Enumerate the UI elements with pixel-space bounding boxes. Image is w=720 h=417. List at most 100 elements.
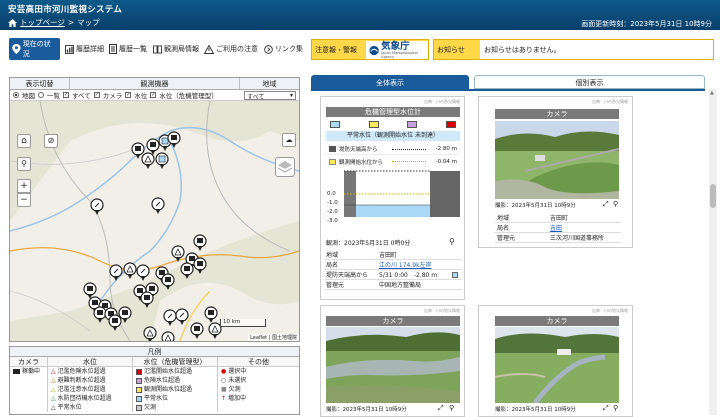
crisis-checkbox[interactable]: ✓ [150, 92, 157, 98]
legend-panel: 凡例 カメラ 水位 水位（危機管理型） その他 稼働中 △ 氾濫危険水位超過 △ 避… [9, 346, 300, 415]
scroll-up-icon[interactable]: ▲ [710, 90, 714, 96]
locate-button[interactable]: ⚲ [17, 157, 31, 171]
camera-marker[interactable] [167, 131, 181, 149]
crisis-marker[interactable] [155, 152, 169, 170]
legend-item: △ 氾濫危険水位超過 [51, 368, 106, 375]
jma-subtitle: Japan Meteorological Agency [381, 50, 418, 59]
nav-history-detail[interactable]: 履歴詳細 [62, 38, 107, 60]
location-pin-icon[interactable]: ⚲ [449, 404, 454, 412]
scrollbar-thumb[interactable] [710, 184, 716, 208]
map-radio[interactable] [13, 92, 19, 98]
legend-item: 危険水位超過 [136, 376, 217, 385]
water-marker[interactable] [143, 326, 157, 341]
view-tabs: 全体表示 個別表示 [311, 75, 705, 89]
cloud-layer-button[interactable]: ☁ [282, 133, 296, 147]
expand-icon[interactable]: ⤢ [603, 200, 609, 209]
water-marker[interactable] [161, 331, 175, 341]
location-pin-icon: ⚲ [21, 159, 27, 168]
camera-image[interactable] [326, 327, 460, 403]
camera-card[interactable]: 出典：川の防災情報 カメラ 撮影：2023年5月31日 10時9分 ⤢ ⚲ [320, 305, 465, 417]
camera-marker[interactable] [161, 273, 175, 291]
chevron-down-icon: ▾ [289, 91, 293, 99]
map-scale: 10 km [220, 319, 266, 327]
all-checkbox[interactable]: ✓ [63, 92, 69, 98]
gauge-row-start: 観測開始水位から -0.04 m [326, 156, 460, 167]
filter-header: 表示切替 観測機器 地域 [10, 78, 299, 90]
swatch-red-icon [445, 121, 456, 128]
camera-card[interactable]: 出典：川の防災情報 カメラ 撮影：2023年5月31日 10時9分 ⤢ ⚲ [478, 305, 633, 417]
region-select[interactable]: すべて ▾ [244, 90, 296, 101]
nav-links[interactable]: リンク集 [261, 38, 306, 60]
home-button[interactable]: ⌂ [17, 134, 31, 148]
jma-name: 気象庁 [381, 40, 410, 52]
zoom-out-button[interactable]: − [17, 193, 31, 207]
map-attribution[interactable]: Leaflet | 国土地理院 [248, 334, 299, 341]
location-pin-icon [12, 44, 21, 54]
map-canvas[interactable]: ⌂ ⊘ ⚲ + − ☁ 10 km Leaflet | 国土地理院 [10, 101, 299, 341]
notice-box: お知らせ お知らせはありません。 [433, 39, 714, 60]
breadcrumb-separator: > [67, 18, 75, 27]
link-marker[interactable] [175, 308, 189, 326]
nav-history-list[interactable]: 履歴一覧 [106, 38, 150, 60]
camera-marker[interactable] [108, 314, 122, 332]
start-level-icon [329, 158, 336, 165]
camera-image[interactable] [495, 121, 619, 199]
update-time: 画面更新時刻：2023年5月31日 10時9分 [581, 20, 712, 28]
notice-message: お知らせはありません。 [484, 46, 561, 54]
camera-shot-time: 撮影：2023年5月31日 10時9分 [326, 407, 407, 413]
camera-card-title: カメラ [326, 316, 460, 326]
hide-layer-button[interactable]: ⊘ [44, 134, 58, 148]
jma-logo[interactable]: 気象庁 Japan Meteorological Agency [366, 41, 428, 59]
gauge-observed-time: 観測：2023年5月31日 0時0分 [326, 240, 411, 247]
tab-all[interactable]: 全体表示 [311, 75, 469, 89]
water-checkbox[interactable]: ✓ [125, 92, 132, 98]
location-pin-icon[interactable]: ⚲ [613, 404, 618, 412]
gauge-card-title: 危機管理型水位計 [326, 107, 460, 117]
legend-item: ● 選択中 [221, 368, 247, 375]
home-icon [8, 18, 17, 27]
legend-header: カメラ 水位 水位（危機管理型） その他 [10, 357, 299, 367]
gauge-card[interactable]: 出典：川の防災情報 危機管理型水位計 平常水位（観測開始水位 未到達） 堤防天端… [320, 96, 465, 300]
location-pin-icon[interactable]: ⚲ [449, 237, 455, 246]
gauge-station-link[interactable]: 江の川 174.9k左岸 [379, 260, 432, 269]
layers-button[interactable] [275, 157, 295, 177]
camera-marker[interactable] [193, 257, 207, 275]
legend-item: ■ 欠測 [221, 386, 241, 393]
nav-station-info[interactable]: 観測局情報 [150, 38, 202, 60]
camera-card[interactable]: 出典：川の防災情報 カメラ 撮影：2023年5月31日 10時9分 ⤢ ⚲ 地域… [478, 96, 633, 248]
link-marker[interactable] [109, 264, 123, 282]
nav-usage-notes[interactable]: ご利用の注意 [201, 38, 261, 60]
swatch-yellow-icon [136, 386, 142, 393]
camera-marker[interactable] [140, 291, 154, 309]
legend-body: 稼働中 △ 氾濫危険水位超過 △ 避難判断水位超過 △ 氾濫注意水位超過 △ 水防団待機… [10, 367, 299, 412]
link-marker[interactable] [163, 309, 177, 327]
warning-button[interactable]: 注意報・警報 気象庁 Japan Meteorological Agency [311, 39, 429, 60]
gauge-axis-tick: -1.0 [327, 200, 338, 206]
expand-icon[interactable]: ⤢ [603, 404, 609, 413]
nav-current-status[interactable]: 現在の状況 [9, 38, 60, 60]
camera-station-link[interactable]: 吉田 [550, 223, 562, 232]
camera-marker[interactable] [193, 234, 207, 252]
water-marker[interactable] [123, 262, 137, 280]
zoom-in-button[interactable]: + [17, 179, 31, 193]
water-marker[interactable] [171, 245, 185, 263]
camera-image[interactable] [495, 327, 619, 403]
camera-checkbox[interactable]: ✓ [93, 92, 100, 98]
tab-individual[interactable]: 個別表示 [474, 75, 705, 89]
breadcrumb-top-link[interactable]: トップページ [20, 17, 65, 28]
gauge-info-table: 地域 吉田町 局名 江の川 174.9k左岸 堤防天端高から 5/31 0:00 -2… [324, 250, 462, 290]
expand-icon[interactable]: ⤢ [438, 404, 444, 413]
camera-marker[interactable] [180, 262, 194, 280]
swatch-gray-icon [136, 404, 142, 411]
list-radio[interactable] [38, 92, 44, 98]
link-marker[interactable] [90, 198, 104, 216]
location-pin-icon[interactable]: ⚲ [613, 200, 618, 208]
water-marker[interactable] [141, 152, 155, 170]
pin-red-icon: ● [221, 368, 227, 375]
link-marker[interactable] [136, 264, 150, 282]
camera-marker[interactable] [190, 322, 204, 340]
camera-marker[interactable] [93, 306, 107, 324]
content-scrollbar[interactable]: ▲ [709, 89, 717, 415]
link-marker[interactable] [151, 197, 165, 215]
camera-marker[interactable] [204, 306, 218, 324]
